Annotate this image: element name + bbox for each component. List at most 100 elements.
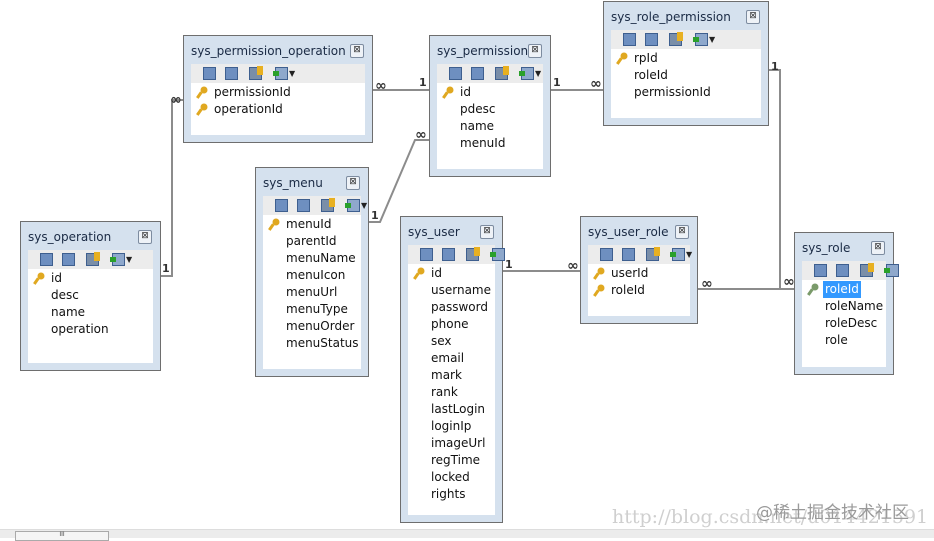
keys-icon[interactable] [86,252,100,266]
horizontal-scrollbar[interactable]: III [0,529,934,541]
import-icon[interactable] [519,67,534,80]
import-icon[interactable] [693,33,708,46]
dropdown-arrow-icon[interactable]: ▼ [126,255,132,264]
edit-table-icon[interactable] [275,199,288,212]
close-icon[interactable]: ⊠ [350,44,364,58]
field-row[interactable]: id [408,265,495,282]
field-name: name [51,305,86,319]
field-row[interactable]: sex [408,333,495,350]
design-table-icon[interactable] [225,67,238,80]
design-table-icon[interactable] [62,253,75,266]
design-table-icon[interactable] [297,199,310,212]
edit-table-icon[interactable] [449,67,462,80]
field-row[interactable]: username [408,282,495,299]
close-icon[interactable]: ⊠ [346,176,360,190]
table-sys-role-permission[interactable]: sys_role_permission ⊠ ▼ rpId roleId permiss… [603,1,769,126]
table-sys-operation[interactable]: sys_operation ⊠ ▼ id desc name operation [20,221,161,371]
design-table-icon[interactable] [471,67,484,80]
keys-icon[interactable] [321,198,335,212]
field-row[interactable]: role [802,332,886,349]
field-row[interactable]: menuIcon [263,267,361,284]
edit-table-icon[interactable] [40,253,53,266]
keys-icon[interactable] [495,66,509,80]
design-table-icon[interactable] [836,264,849,277]
keys-icon[interactable] [669,32,683,46]
field-row[interactable]: menuOrder [263,318,361,335]
field-row[interactable]: rank [408,384,495,401]
edit-table-icon[interactable] [420,248,433,261]
edit-table-icon[interactable] [623,33,636,46]
table-sys-role[interactable]: sys_role ⊠ roleId roleName roleDesc role [794,232,899,375]
table-sys-user[interactable]: sys_user ⊠ id username password phone sex ema… [400,216,505,523]
field-row[interactable]: permissionId [191,84,365,101]
field-row[interactable]: regTime [408,452,495,469]
keys-icon[interactable] [466,247,480,261]
scrollbar-thumb[interactable]: III [15,531,109,541]
import-icon[interactable] [490,248,505,261]
field-row[interactable]: roleName [802,298,886,315]
import-icon[interactable] [670,248,685,261]
close-icon[interactable]: ⊠ [528,44,542,58]
close-icon[interactable]: ⊠ [675,225,689,239]
field-row[interactable]: pdesc [437,101,543,118]
dropdown-arrow-icon[interactable]: ▼ [535,69,541,78]
import-icon[interactable] [110,253,125,266]
close-icon[interactable]: ⊠ [746,10,760,24]
field-row[interactable]: roleId [588,282,690,299]
close-icon[interactable]: ⊠ [480,225,494,239]
keys-icon[interactable] [646,247,660,261]
import-icon[interactable] [884,264,899,277]
field-row[interactable]: imageUrl [408,435,495,452]
dropdown-arrow-icon[interactable]: ▼ [709,35,715,44]
field-row[interactable]: loginIp [408,418,495,435]
field-row[interactable]: menuStatus [263,335,361,352]
close-icon[interactable]: ⊠ [871,241,885,255]
field-row[interactable]: locked [408,469,495,486]
import-icon[interactable] [273,67,288,80]
field-row[interactable]: mark [408,367,495,384]
edit-table-icon[interactable] [600,248,613,261]
keys-icon[interactable] [860,263,874,277]
field-row[interactable]: id [437,84,543,101]
dropdown-arrow-icon[interactable]: ▼ [289,69,295,78]
field-row[interactable]: menuUrl [263,284,361,301]
field-row[interactable]: menuId [437,135,543,152]
field-row[interactable]: lastLogin [408,401,495,418]
field-row[interactable]: rpId [611,50,761,67]
design-table-icon[interactable] [622,248,635,261]
field-name: menuType [286,302,348,316]
field-row[interactable]: phone [408,316,495,333]
field-row[interactable]: roleDesc [802,315,886,332]
close-icon[interactable]: ⊠ [138,230,152,244]
field-row[interactable]: parentId [263,233,361,250]
table-sys-permission-operation[interactable]: sys_permission_operation ⊠ ▼ permissionId… [183,35,373,143]
field-row[interactable]: operation [28,321,153,338]
field-row[interactable]: name [437,118,543,135]
field-row[interactable]: id [28,270,153,287]
import-icon[interactable] [345,199,360,212]
table-sys-permission[interactable]: sys_permission ⊠ ▼ id pdesc name menuId [429,35,551,177]
field-row[interactable]: roleId [802,281,886,298]
edit-table-icon[interactable] [203,67,216,80]
field-row[interactable]: menuType [263,301,361,318]
table-sys-user-role[interactable]: sys_user_role ⊠ ▼ userId roleId [580,216,698,324]
field-row[interactable]: desc [28,287,153,304]
field-row[interactable]: menuId [263,216,361,233]
field-row[interactable]: rights [408,486,495,503]
field-row[interactable]: operationId [191,101,365,118]
table-sys-menu[interactable]: sys_menu ⊠ ▼ menuId parentId menuName menuIc… [255,167,369,377]
field-row[interactable]: name [28,304,153,321]
field-row[interactable]: email [408,350,495,367]
dropdown-arrow-icon[interactable]: ▼ [686,250,692,259]
design-table-icon[interactable] [645,33,658,46]
edit-table-icon[interactable] [814,264,827,277]
field-row[interactable]: userId [588,265,690,282]
field-row[interactable]: password [408,299,495,316]
keys-icon[interactable] [249,66,263,80]
field-row[interactable]: menuName [263,250,361,267]
field-name: operationId [214,102,283,116]
field-row[interactable]: permissionId [611,84,761,101]
dropdown-arrow-icon[interactable]: ▼ [361,201,367,210]
design-table-icon[interactable] [442,248,455,261]
field-row[interactable]: roleId [611,67,761,84]
